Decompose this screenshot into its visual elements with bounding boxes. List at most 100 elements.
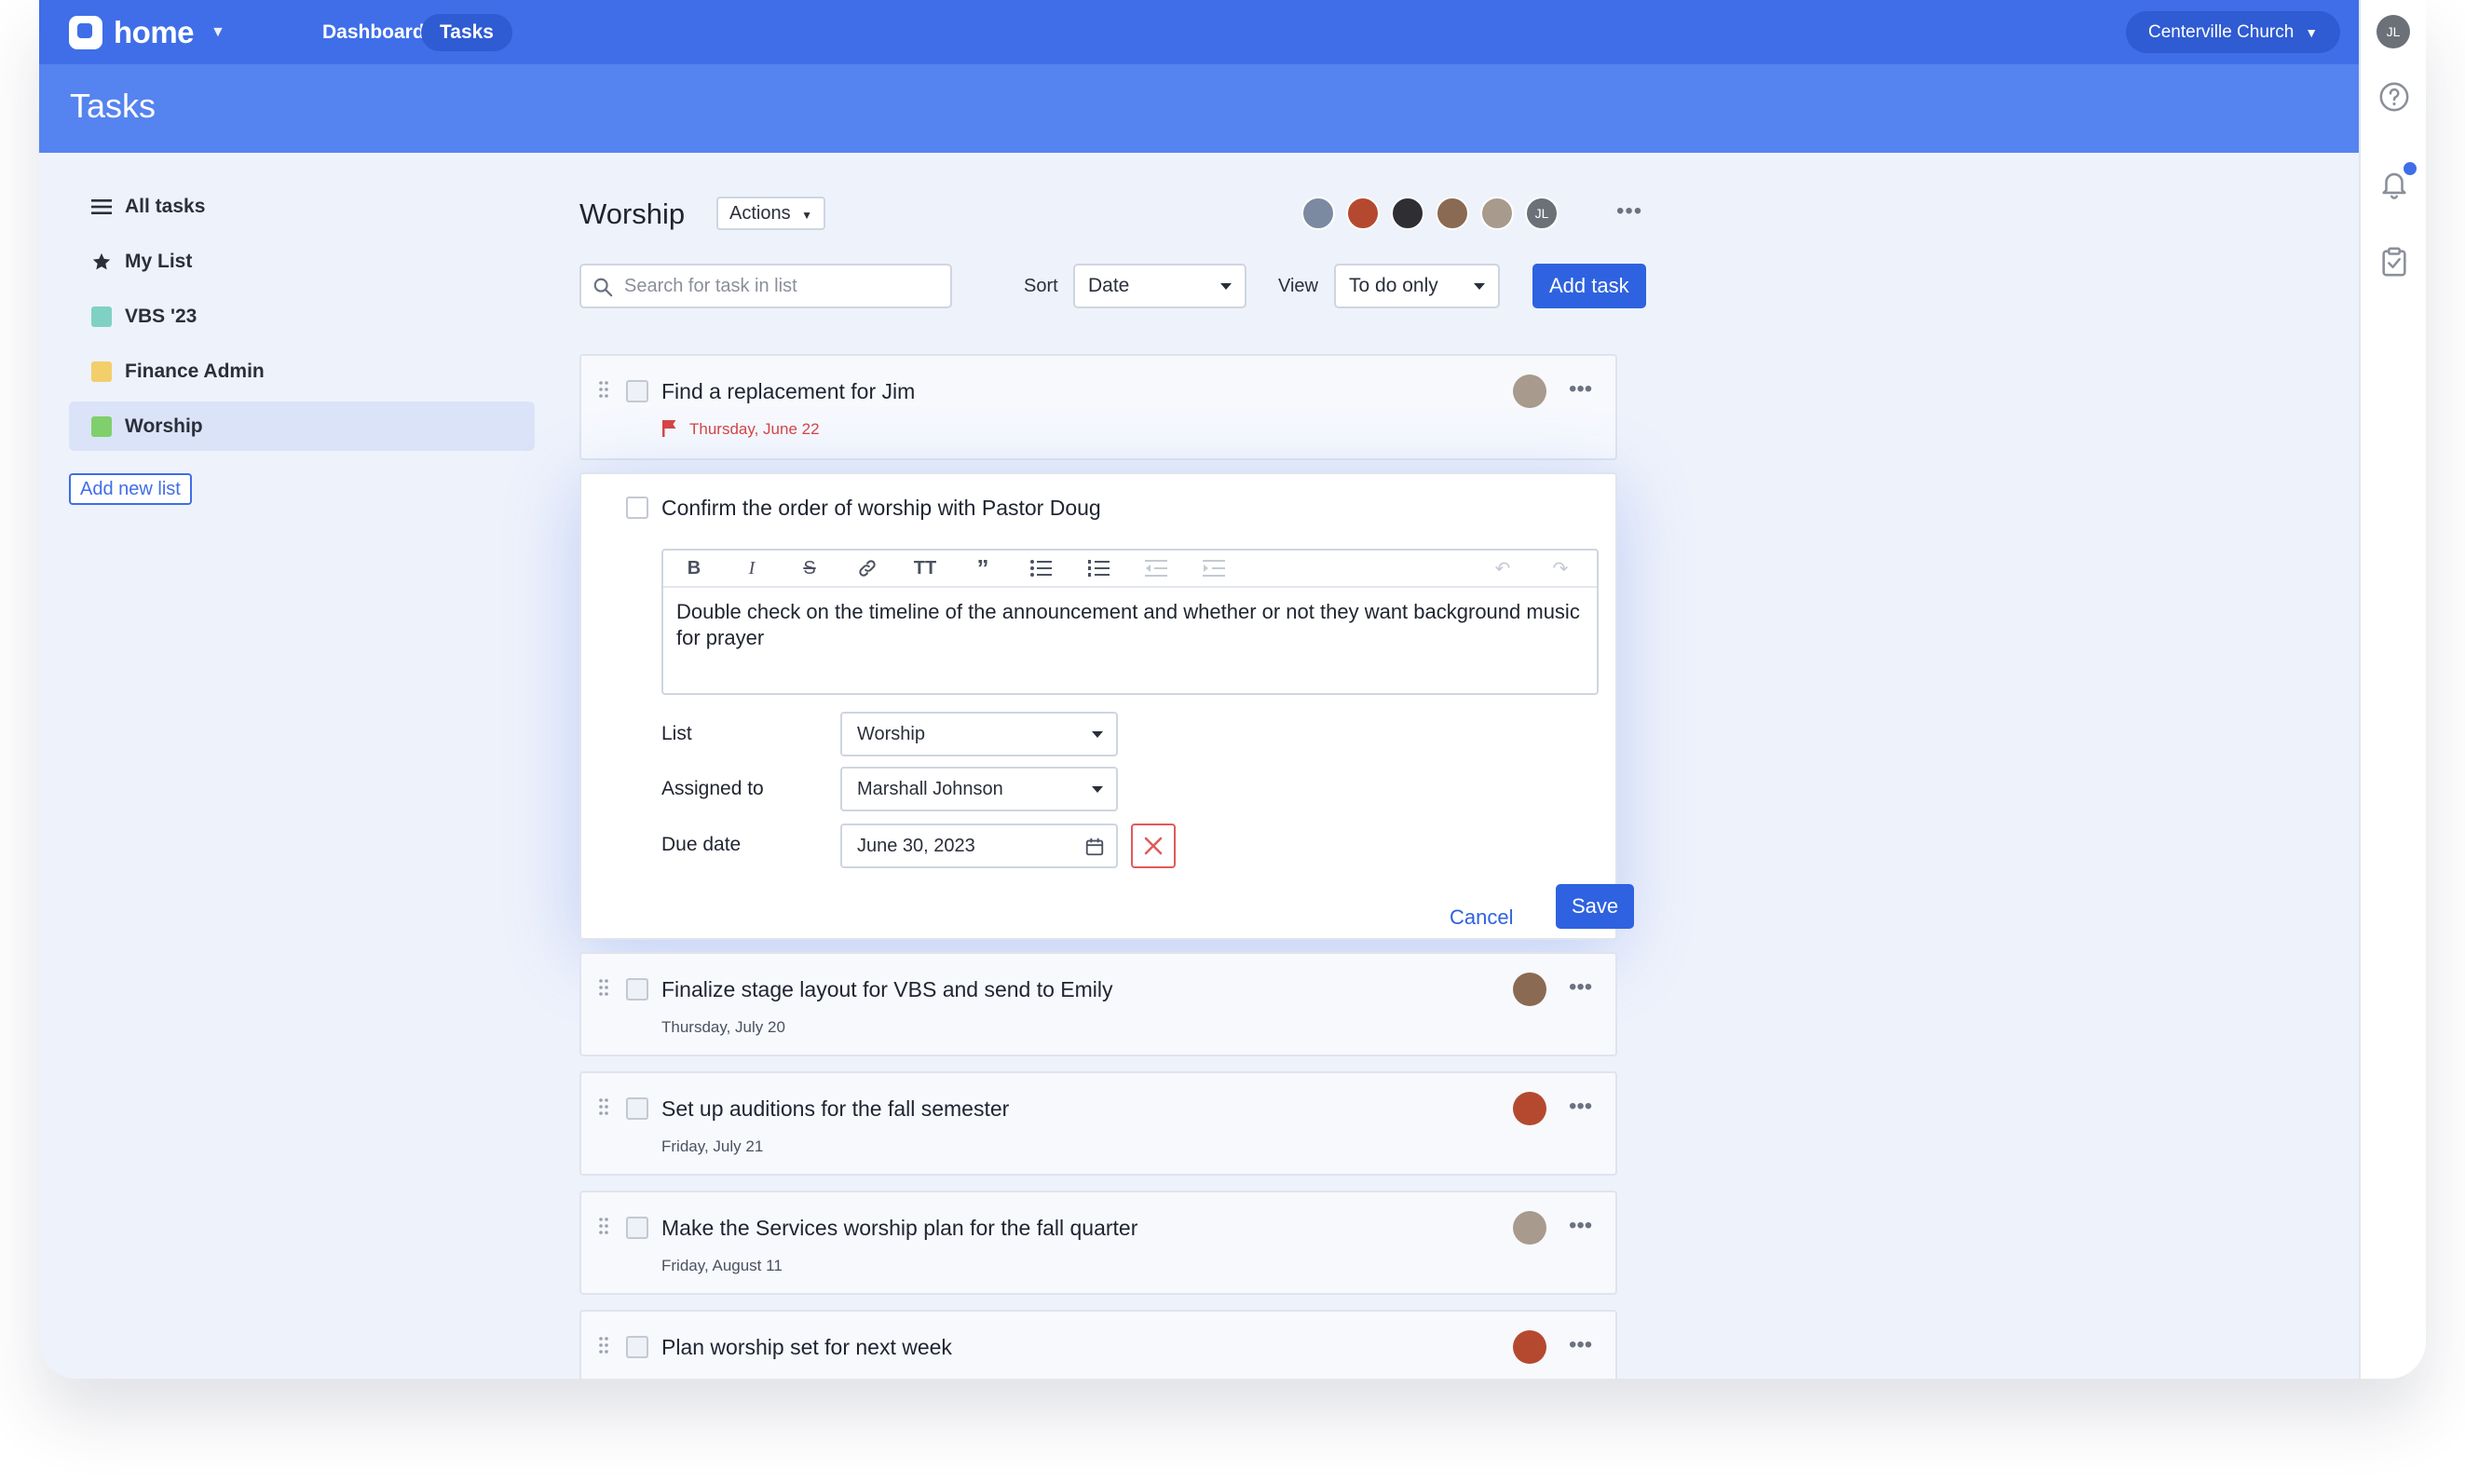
sidebar-item-worship[interactable]: Worship bbox=[69, 402, 535, 451]
org-switcher[interactable]: Centerville Church ▼ bbox=[2126, 11, 2341, 53]
indent-icon[interactable] bbox=[1192, 554, 1235, 582]
redo-icon[interactable]: ↷ bbox=[1539, 554, 1582, 582]
task-search[interactable] bbox=[579, 264, 952, 308]
brand-menu[interactable]: home ▼ bbox=[69, 15, 225, 50]
task-title[interactable]: Make the Services worship plan for the f… bbox=[661, 1216, 1137, 1241]
due-date-label: Due date bbox=[661, 834, 742, 855]
list-field-label: List bbox=[661, 723, 692, 744]
task-editor: Confirm the order of worship with Pastor… bbox=[579, 472, 1635, 940]
save-button[interactable]: Save bbox=[1556, 884, 1635, 929]
org-name: Centerville Church bbox=[2148, 22, 2295, 42]
task-due-date: Friday, August 11 bbox=[661, 1257, 783, 1274]
assignee-avatar[interactable] bbox=[1513, 1211, 1546, 1245]
italic-icon[interactable]: I bbox=[730, 554, 773, 582]
task-checkbox[interactable] bbox=[626, 978, 648, 1001]
help-icon[interactable] bbox=[2378, 81, 2410, 113]
assignee-avatar[interactable] bbox=[1513, 973, 1546, 1006]
editor-task-title[interactable]: Confirm the order of worship with Pastor… bbox=[661, 496, 1101, 521]
undo-icon[interactable]: ↶ bbox=[1481, 554, 1524, 582]
avatar[interactable] bbox=[1480, 197, 1514, 230]
task-title[interactable]: Finalize stage layout for VBS and send t… bbox=[661, 977, 1113, 1002]
view-label: View bbox=[1278, 276, 1318, 296]
task-checkbox[interactable] bbox=[626, 1336, 648, 1358]
assignee-avatar[interactable] bbox=[1513, 1092, 1546, 1125]
actions-dropdown[interactable]: Actions ▼ bbox=[716, 197, 826, 230]
due-date-value: June 30, 2023 bbox=[857, 836, 975, 856]
user-avatar[interactable]: JL bbox=[2376, 15, 2410, 48]
task-checkbox[interactable] bbox=[626, 1217, 648, 1239]
task-checkbox[interactable] bbox=[626, 497, 648, 519]
sidebar-item-all-tasks[interactable]: All tasks bbox=[69, 182, 535, 231]
list-icon bbox=[91, 197, 112, 217]
add-task-button[interactable]: Add task bbox=[1532, 264, 1646, 308]
task-checkbox[interactable] bbox=[626, 1097, 648, 1120]
task-row[interactable]: Finalize stage layout for VBS and send t… bbox=[579, 952, 1617, 1056]
avatar[interactable] bbox=[1346, 197, 1380, 230]
task-row[interactable]: Set up auditions for the fall semester F… bbox=[579, 1071, 1617, 1176]
bulleted-list-icon[interactable] bbox=[1019, 554, 1062, 582]
numbered-list-icon[interactable] bbox=[1077, 554, 1120, 582]
task-row[interactable]: Plan worship set for next week ••• bbox=[579, 1310, 1617, 1379]
list-title: Worship bbox=[579, 197, 686, 230]
bold-icon[interactable]: B bbox=[673, 554, 715, 582]
task-more-icon[interactable]: ••• bbox=[1569, 974, 1592, 1001]
link-icon[interactable] bbox=[846, 554, 889, 582]
quote-icon[interactable]: ” bbox=[961, 554, 1004, 582]
drag-handle-icon[interactable] bbox=[598, 380, 609, 399]
drag-handle-icon[interactable] bbox=[598, 978, 609, 997]
drag-handle-icon[interactable] bbox=[598, 1217, 609, 1235]
outdent-icon[interactable] bbox=[1135, 554, 1178, 582]
sidebar-item-finance-admin[interactable]: Finance Admin bbox=[69, 347, 535, 396]
sidebar-item-vbs[interactable]: VBS '23 bbox=[69, 292, 535, 341]
avatar[interactable] bbox=[1391, 197, 1424, 230]
task-due-date: Friday, July 21 bbox=[661, 1137, 764, 1155]
star-icon bbox=[91, 252, 112, 272]
assignee-select[interactable]: Marshall Johnson bbox=[840, 767, 1118, 811]
avatar[interactable] bbox=[1436, 197, 1469, 230]
drag-handle-icon[interactable] bbox=[598, 1097, 609, 1116]
assignee-avatar[interactable] bbox=[1513, 1330, 1546, 1364]
list-color-swatch bbox=[91, 361, 112, 382]
app-window: home ▼ Dashboard Tasks Centerville Churc… bbox=[39, 0, 2426, 1379]
task-row[interactable]: Find a replacement for Jim Thursday, Jun… bbox=[579, 354, 1617, 460]
drag-handle-icon[interactable] bbox=[598, 1336, 609, 1355]
list-select-value: Worship bbox=[857, 724, 925, 744]
sidebar-item-my-list[interactable]: My List bbox=[69, 237, 535, 286]
sidebar-item-label: VBS '23 bbox=[125, 305, 197, 327]
task-more-icon[interactable]: ••• bbox=[1569, 376, 1592, 402]
main-column: home ▼ Dashboard Tasks Centerville Churc… bbox=[39, 0, 2359, 1379]
list-more-icon[interactable]: ••• bbox=[1616, 200, 1642, 223]
caret-down-icon bbox=[1092, 731, 1103, 738]
cancel-button[interactable]: Cancel bbox=[1450, 895, 1513, 940]
actions-label: Actions bbox=[729, 203, 791, 224]
avatar[interactable] bbox=[1301, 197, 1335, 230]
task-checkbox[interactable] bbox=[626, 380, 648, 402]
caret-down-icon bbox=[1092, 786, 1103, 793]
strikethrough-icon[interactable]: S bbox=[788, 554, 831, 582]
list-color-swatch bbox=[91, 415, 112, 437]
task-row[interactable]: Make the Services worship plan for the f… bbox=[579, 1191, 1617, 1295]
add-new-list-button[interactable]: Add new list bbox=[69, 473, 192, 505]
notes-editor[interactable]: B I S TT ” ↶ ↷ Double check on the timel… bbox=[661, 549, 1599, 695]
clear-date-button[interactable] bbox=[1131, 824, 1176, 868]
sort-label: Sort bbox=[1024, 276, 1058, 296]
task-due-date: Thursday, June 22 bbox=[689, 420, 820, 438]
view-select[interactable]: To do only bbox=[1334, 264, 1500, 308]
task-more-icon[interactable]: ••• bbox=[1569, 1094, 1592, 1120]
clipboard-check-icon[interactable] bbox=[2378, 246, 2410, 278]
task-more-icon[interactable]: ••• bbox=[1569, 1332, 1592, 1358]
task-more-icon[interactable]: ••• bbox=[1569, 1213, 1592, 1239]
task-title[interactable]: Find a replacement for Jim bbox=[661, 379, 915, 404]
calendar-icon[interactable] bbox=[1084, 837, 1105, 857]
search-input[interactable] bbox=[624, 265, 941, 306]
nav-tasks[interactable]: Tasks bbox=[421, 14, 512, 51]
list-select[interactable]: Worship bbox=[840, 712, 1118, 756]
text-size-icon[interactable]: TT bbox=[904, 554, 947, 582]
task-title[interactable]: Plan worship set for next week bbox=[661, 1335, 952, 1360]
task-title[interactable]: Set up auditions for the fall semester bbox=[661, 1096, 1009, 1122]
notes-text[interactable]: Double check on the timeline of the anno… bbox=[663, 588, 1597, 662]
due-date-input[interactable]: June 30, 2023 bbox=[840, 824, 1118, 868]
assignee-avatar[interactable] bbox=[1513, 374, 1546, 408]
avatar[interactable]: JL bbox=[1525, 197, 1559, 230]
sort-select[interactable]: Date bbox=[1073, 264, 1246, 308]
